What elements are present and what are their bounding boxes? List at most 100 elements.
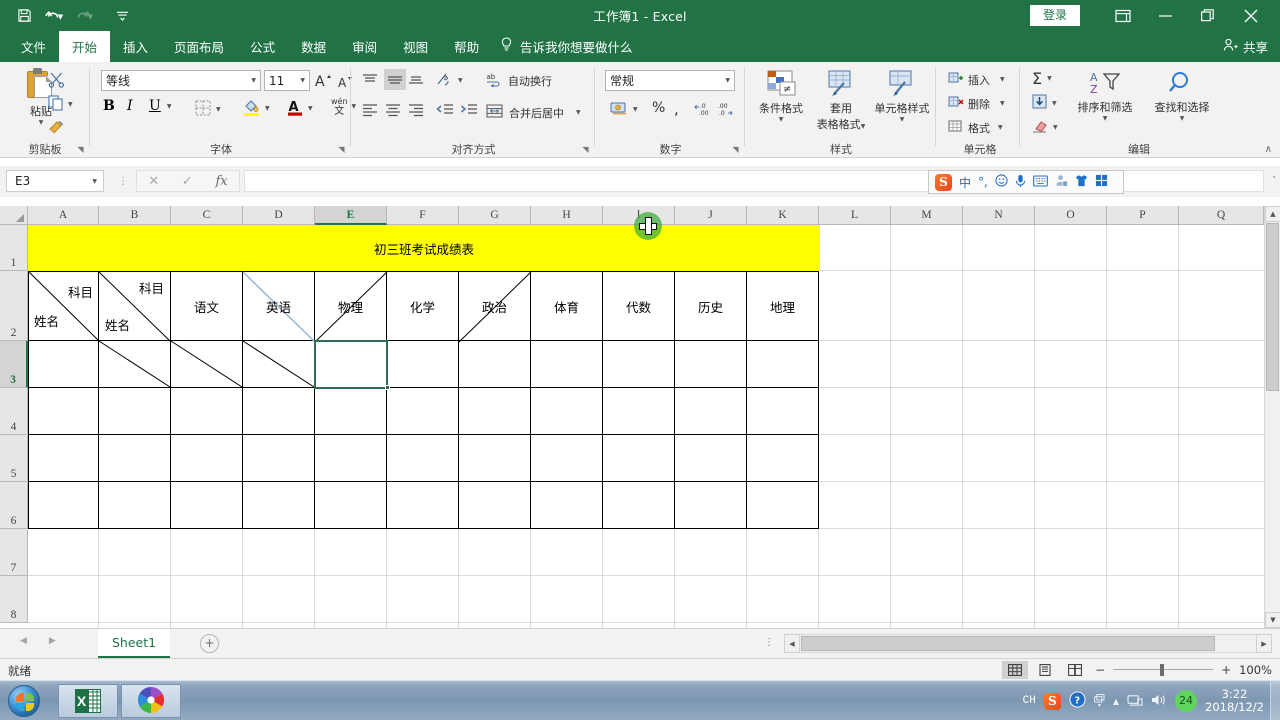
cell-E5[interactable] — [315, 435, 387, 482]
cell-J2[interactable]: 历史 — [675, 271, 747, 341]
cell-C5[interactable] — [171, 435, 243, 482]
cell-H2[interactable]: 体育 — [531, 271, 603, 341]
cell-H6[interactable] — [531, 482, 603, 529]
clear-dropdown-icon[interactable]: ▼ — [1053, 124, 1058, 131]
column-header-O[interactable]: O — [1035, 206, 1107, 225]
cell-A4[interactable] — [28, 388, 99, 435]
tab-review[interactable]: 审阅 — [339, 31, 390, 62]
chevron-up-icon[interactable]: ▲ — [1113, 697, 1119, 706]
volume-tray-icon[interactable] — [1151, 693, 1167, 710]
column-header-J[interactable]: J — [675, 206, 747, 225]
font-name-caret-icon[interactable]: ▼ — [251, 77, 256, 84]
wrap-text-button[interactable]: ab 自动换行 — [486, 72, 552, 90]
tab-page-layout[interactable]: 页面布局 — [161, 31, 237, 62]
grow-font-button[interactable]: A — [315, 71, 333, 92]
cell-grid[interactable]: 初三班考试成绩表 科目 姓名 科目 姓名 语文 英语 物理 化学 政治 体育 代… — [28, 225, 1264, 628]
cell-I3[interactable] — [603, 341, 675, 388]
cell-D4[interactable] — [243, 388, 315, 435]
cut-button[interactable] — [48, 71, 65, 91]
accounting-format-button[interactable]: ▼ — [610, 100, 638, 119]
cell-B6[interactable] — [99, 482, 171, 529]
underline-dropdown-icon[interactable]: ▼ — [167, 103, 172, 110]
sheet-prev-icon[interactable]: ◀ — [20, 636, 27, 646]
cell-I5[interactable] — [603, 435, 675, 482]
formula-bar-grip[interactable]: ⋮ — [118, 176, 128, 187]
column-header-P[interactable]: P — [1107, 206, 1179, 225]
sogou-tray-icon[interactable]: S — [1043, 692, 1061, 710]
ime-menu-icon[interactable] — [1095, 174, 1108, 190]
hscroll-right-button[interactable]: ▶ — [1256, 634, 1272, 653]
column-header-M[interactable]: M — [891, 206, 963, 225]
cell-F5[interactable] — [387, 435, 459, 482]
cell-E3[interactable] — [315, 341, 387, 388]
tab-formulas[interactable]: 公式 — [237, 31, 288, 62]
font-size-combo[interactable]: 11 ▼ — [264, 70, 310, 91]
percent-style-button[interactable]: % — [652, 100, 665, 116]
cell-E6[interactable] — [315, 482, 387, 529]
conditional-formatting-dropdown-icon[interactable]: ▼ — [752, 116, 810, 123]
sort-filter-dropdown-icon[interactable]: ▼ — [1068, 115, 1142, 122]
number-format-caret-icon[interactable]: ▼ — [725, 77, 730, 84]
column-header-A[interactable]: A — [28, 206, 99, 225]
taskbar-item-photos[interactable] — [121, 684, 181, 718]
cell-G6[interactable] — [459, 482, 531, 529]
cell-D6[interactable] — [243, 482, 315, 529]
font-dialog-launcher[interactable]: ◥ — [336, 144, 347, 155]
tab-view[interactable]: 视图 — [390, 31, 441, 62]
fill-handle[interactable] — [385, 385, 390, 390]
row-header-2[interactable]: 2 — [0, 271, 28, 341]
merge-center-button[interactable]: 合并后居中 ▼ — [486, 104, 581, 121]
page-break-preview-button[interactable] — [1062, 661, 1088, 679]
name-box-caret-icon[interactable]: ▼ — [92, 178, 97, 185]
row-header-1[interactable]: 1 — [0, 225, 28, 271]
language-indicator[interactable]: CH — [1023, 695, 1036, 707]
borders-button[interactable]: ▼ — [195, 100, 221, 119]
font-size-caret-icon[interactable]: ▼ — [300, 77, 305, 84]
autosum-button[interactable]: Σ ▼ — [1032, 69, 1052, 88]
copy-button[interactable]: ▼ — [48, 95, 73, 114]
cell-C4[interactable] — [171, 388, 243, 435]
font-color-button[interactable]: A ▼ — [287, 98, 313, 119]
cell-A5[interactable] — [28, 435, 99, 482]
help-tray-icon[interactable]: ? — [1069, 691, 1086, 711]
column-header-B[interactable]: B — [99, 206, 171, 225]
cell-D2[interactable]: 英语 — [242, 271, 316, 343]
tell-me-box[interactable]: 告诉我你想要做什么 — [500, 31, 633, 62]
insert-cells-dropdown-icon[interactable]: ▼ — [1000, 76, 1005, 83]
cell-K4[interactable] — [747, 388, 819, 435]
copy-dropdown-icon[interactable]: ▼ — [68, 101, 73, 108]
select-all-button[interactable] — [0, 206, 28, 225]
cell-B3[interactable] — [98, 340, 171, 388]
increase-decimal-button[interactable]: .0.00 — [694, 102, 712, 119]
conditional-formatting-button[interactable]: ≠ 条件格式 ▼ — [752, 70, 810, 123]
zoom-in-button[interactable]: + — [1221, 663, 1231, 677]
font-color-dropdown-icon[interactable]: ▼ — [308, 105, 313, 112]
delete-cells-button[interactable]: 删除 ▼ — [948, 95, 1005, 112]
cell-I4[interactable] — [603, 388, 675, 435]
decrease-decimal-button[interactable]: .00.0 — [716, 102, 734, 119]
column-header-H[interactable]: H — [531, 206, 603, 225]
tab-home[interactable]: 开始 — [59, 31, 111, 62]
cell-J4[interactable] — [675, 388, 747, 435]
cell-styles-button[interactable]: 单元格样式 ▼ — [872, 70, 932, 123]
decrease-indent-button[interactable] — [436, 104, 454, 117]
cell-K3[interactable] — [747, 341, 819, 388]
fill-button[interactable]: ▼ — [1032, 94, 1057, 112]
fill-color-dropdown-icon[interactable]: ▼ — [265, 105, 270, 112]
orientation-dropdown-icon[interactable]: ▼ — [458, 77, 463, 84]
start-button[interactable] — [8, 685, 40, 717]
zoom-slider[interactable] — [1113, 661, 1214, 679]
sogou-logo-icon[interactable]: S — [935, 173, 952, 191]
find-select-button[interactable]: 查找和选择 ▼ — [1144, 70, 1220, 122]
cell-styles-dropdown-icon[interactable]: ▼ — [872, 116, 932, 123]
cell-A6[interactable] — [28, 482, 99, 529]
align-center-button[interactable] — [385, 104, 401, 117]
row-header-3[interactable]: 3 — [0, 341, 28, 388]
align-bottom-button[interactable] — [408, 73, 424, 87]
cell-I6[interactable] — [603, 482, 675, 529]
taskbar-clock[interactable]: 3:22 2018/12/2 — [1205, 688, 1264, 714]
ime-punctuation-icon[interactable]: °, — [978, 175, 988, 189]
cell-H5[interactable] — [531, 435, 603, 482]
cell-F2[interactable]: 化学 — [387, 271, 459, 341]
align-left-button[interactable] — [362, 104, 378, 117]
